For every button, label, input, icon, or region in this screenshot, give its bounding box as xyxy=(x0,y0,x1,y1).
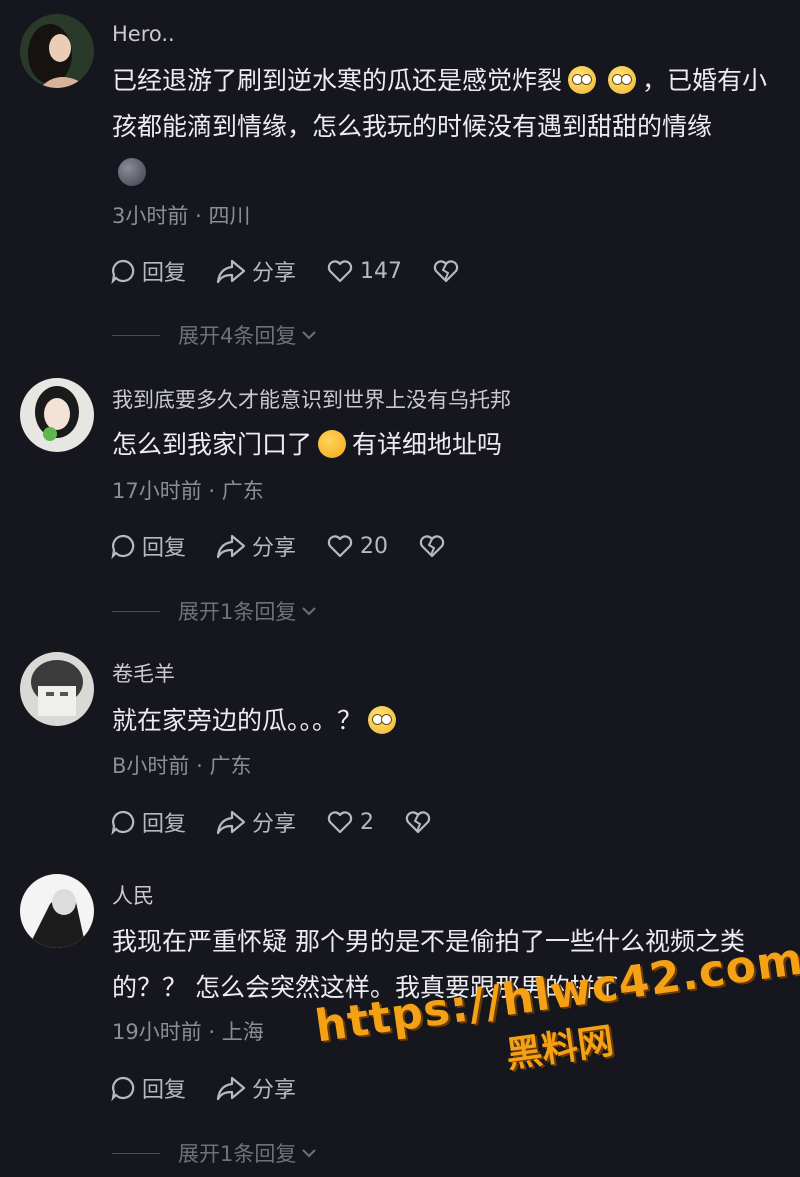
username[interactable]: 人民 xyxy=(112,880,154,910)
comment-actions: 回复 分享 2 xyxy=(110,807,468,837)
like-count: 20 xyxy=(360,533,389,559)
comment-meta: 3小时前 · 四川 xyxy=(112,200,250,230)
like-button[interactable]: 147 xyxy=(326,258,402,284)
comment-meta: 17小时前 · 广东 xyxy=(112,475,264,505)
share-icon xyxy=(216,259,246,284)
comment-actions: 回复 分享 xyxy=(110,1073,326,1103)
comment-text: 已经退游了刷到逆水寒的瓜还是感觉炸裂 ，已婚有小孩都能滴到情缘，怎么我玩的时候没有… xyxy=(112,58,788,198)
username[interactable]: 卷毛羊 xyxy=(112,658,175,688)
time: 17小时前 xyxy=(112,479,202,503)
dislike-button[interactable] xyxy=(418,533,452,559)
reply-icon xyxy=(111,1076,135,1101)
heart-icon xyxy=(327,811,353,834)
share-button[interactable]: 分享 xyxy=(216,806,296,838)
avatar[interactable] xyxy=(20,378,94,452)
reply-button[interactable]: 回复 xyxy=(110,255,186,287)
username[interactable]: Hero.. xyxy=(112,22,175,46)
avatar[interactable] xyxy=(20,652,94,726)
location: 广东 xyxy=(221,479,264,503)
time: B小时前 xyxy=(112,754,190,778)
reply-button[interactable]: 回复 xyxy=(110,530,186,562)
reply-button[interactable]: 回复 xyxy=(110,806,186,838)
dislike-button[interactable] xyxy=(432,258,466,284)
reply-icon xyxy=(111,259,135,284)
share-button[interactable]: 分享 xyxy=(216,1072,296,1104)
expand-replies-button[interactable]: 展开1条回复 xyxy=(112,1138,318,1168)
sun-emoji-icon xyxy=(318,430,347,458)
like-count: 2 xyxy=(360,809,375,835)
location: 广东 xyxy=(209,754,252,778)
eye-roll-emoji-icon xyxy=(568,66,597,94)
comment-actions: 回复 分享 20 xyxy=(110,531,482,561)
divider xyxy=(112,334,160,336)
comment-text: 怎么到我家门口了 有详细地址吗 xyxy=(112,430,503,459)
comment-meta: 19小时前 · 上海 xyxy=(112,1016,264,1046)
dislike-icon xyxy=(419,535,445,558)
divider xyxy=(112,610,160,612)
comment-text: 就在家旁边的瓜。。。？ xyxy=(112,698,788,744)
divider xyxy=(112,1152,160,1154)
share-button[interactable]: 分享 xyxy=(216,255,296,287)
time: 3小时前 xyxy=(112,204,189,228)
dislike-button[interactable] xyxy=(404,809,438,835)
like-button[interactable]: 20 xyxy=(326,533,388,559)
comment-meta: B小时前 · 广东 xyxy=(112,750,251,780)
meta-separator: · xyxy=(196,754,203,778)
expand-replies-button[interactable]: 展开1条回复 xyxy=(112,596,318,626)
like-button[interactable]: 2 xyxy=(326,809,374,835)
eye-roll-emoji-icon xyxy=(368,706,397,734)
reply-button[interactable]: 回复 xyxy=(110,1072,186,1104)
username[interactable]: 我到底要多久才能意识到世界上没有乌托邦 xyxy=(112,384,511,414)
chevron-down-icon xyxy=(302,1149,317,1158)
chevron-down-icon xyxy=(302,607,317,616)
meta-separator: · xyxy=(208,479,216,503)
share-icon xyxy=(216,1076,246,1101)
reply-icon xyxy=(111,810,135,835)
moon-emoji-icon xyxy=(118,158,146,186)
heart-icon xyxy=(327,535,353,558)
share-icon xyxy=(216,810,246,835)
location: 四川 xyxy=(208,204,251,228)
reply-icon xyxy=(111,534,135,559)
dislike-icon xyxy=(433,260,459,283)
avatar[interactable] xyxy=(20,14,94,88)
like-count: 147 xyxy=(360,258,403,284)
chevron-down-icon xyxy=(302,331,317,340)
expand-replies-button[interactable]: 展开4条回复 xyxy=(112,320,318,350)
comment-actions: 回复 分享 147 xyxy=(110,256,496,286)
share-icon xyxy=(216,534,246,559)
eye-roll-emoji-icon xyxy=(608,66,637,94)
avatar[interactable] xyxy=(20,874,94,948)
time: 19小时前 xyxy=(112,1020,202,1044)
location: 上海 xyxy=(221,1020,264,1044)
dislike-icon xyxy=(405,811,431,834)
meta-separator: · xyxy=(208,1020,216,1044)
meta-separator: · xyxy=(195,204,202,228)
share-button[interactable]: 分享 xyxy=(216,530,296,562)
heart-icon xyxy=(327,260,353,283)
